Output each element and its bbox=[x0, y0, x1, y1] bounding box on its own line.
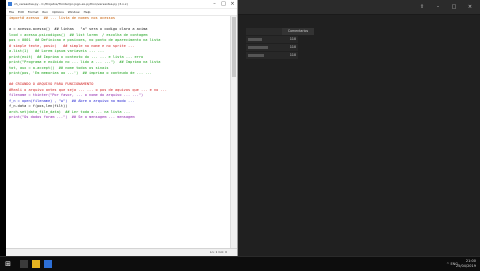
code-area[interactable]: import# acesso ## ... lista de nomes nos… bbox=[6, 16, 231, 249]
vertical-scrollbar[interactable] bbox=[230, 16, 237, 249]
maximize-icon[interactable]: □ bbox=[450, 4, 458, 10]
python-taskbar-icon[interactable] bbox=[44, 260, 52, 268]
editor-statusbar: Ln: 1 Col: 0 bbox=[6, 248, 237, 256]
python-icon bbox=[8, 2, 12, 6]
clock[interactable]: 21:00 25/04/2019 bbox=[456, 259, 476, 269]
item-value: 110 bbox=[289, 45, 296, 49]
list-item[interactable]: 110 bbox=[246, 52, 298, 59]
idle-editor-window[interactable]: ch_versaotsa.py - C:/Projetos/Tkinter/pr… bbox=[6, 0, 238, 256]
line-col-indicator: Ln: 1 Col: 0 bbox=[209, 250, 227, 254]
editor-title: ch_versaotsa.py - C:/Projetos/Tkinter/pr… bbox=[14, 2, 128, 6]
item-value: 110 bbox=[289, 53, 296, 57]
menu-item-edit[interactable]: Edit bbox=[18, 10, 24, 14]
menu-item-run[interactable]: Run bbox=[42, 10, 48, 14]
taskbar: ⊞ ^ ENG 21:00 25/04/2019 bbox=[0, 256, 480, 271]
dark-list: 110 110 110 bbox=[246, 36, 298, 60]
dark-window[interactable]: ⇪ – □ × Comentarios 110 110 110 bbox=[238, 0, 480, 256]
file-explorer-icon[interactable] bbox=[32, 260, 40, 268]
code-line: print("Os dados foram ...") ## Se a mens… bbox=[9, 115, 135, 119]
menu-item-options[interactable]: Options bbox=[52, 10, 64, 14]
clock-date: 25/04/2019 bbox=[455, 264, 476, 268]
taskview-icon[interactable] bbox=[20, 260, 28, 268]
menu-item-file[interactable]: File bbox=[9, 10, 14, 14]
minimize-icon[interactable]: – bbox=[434, 4, 442, 10]
dark-header: ⇪ – □ × bbox=[238, 0, 480, 15]
list-item[interactable]: 110 bbox=[246, 44, 298, 51]
minimize-icon[interactable]: – bbox=[210, 0, 219, 8]
editor-titlebar: ch_versaotsa.py - C:/Projetos/Tkinter/pr… bbox=[6, 0, 237, 9]
list-item[interactable]: 110 bbox=[246, 36, 298, 43]
dark-tabs: Comentarios bbox=[246, 28, 314, 35]
menu-item-help[interactable]: Help bbox=[84, 10, 91, 14]
scroll-thumb[interactable] bbox=[232, 17, 236, 77]
share-icon[interactable]: ⇪ bbox=[418, 4, 426, 10]
tab-first[interactable] bbox=[246, 28, 282, 35]
item-value: 110 bbox=[289, 37, 296, 41]
windows-start-icon[interactable]: ⊞ bbox=[4, 260, 12, 268]
editor-menubar: File Edit Format Run Options Window Help bbox=[6, 9, 237, 16]
item-label-bar bbox=[248, 54, 264, 57]
item-label-bar bbox=[248, 38, 262, 41]
maximize-icon[interactable]: □ bbox=[219, 0, 228, 8]
close-icon[interactable]: × bbox=[228, 0, 237, 8]
item-label-bar bbox=[248, 46, 268, 49]
tab-comentarios[interactable]: Comentarios bbox=[282, 28, 314, 35]
menu-item-format[interactable]: Format bbox=[28, 10, 39, 14]
menu-item-window[interactable]: Window bbox=[68, 10, 80, 14]
close-icon[interactable]: × bbox=[466, 4, 474, 10]
